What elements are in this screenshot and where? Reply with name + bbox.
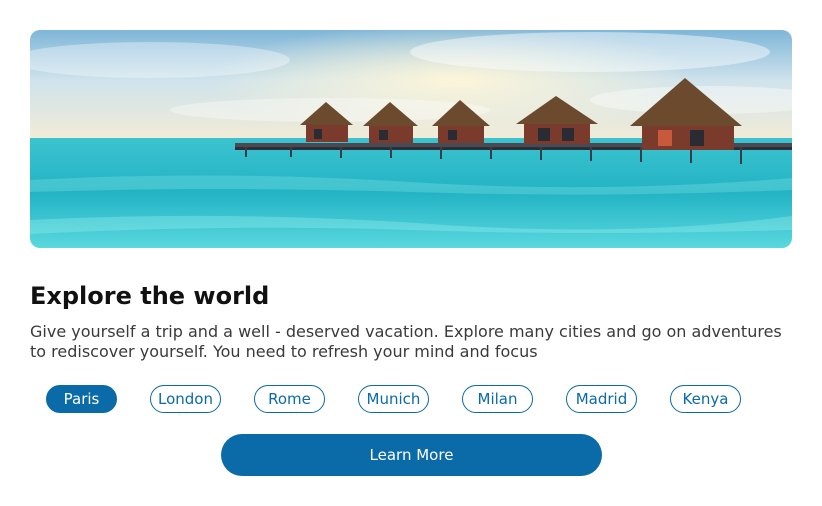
- description-text: Give yourself a trip and a well - deserv…: [30, 322, 782, 361]
- city-chip-milan[interactable]: Milan: [462, 385, 533, 413]
- city-chip-madrid[interactable]: Madrid: [566, 385, 637, 413]
- hero-image: [30, 30, 792, 248]
- explore-card: Explore the world Give yourself a trip a…: [0, 0, 822, 506]
- city-chip-munich[interactable]: Munich: [358, 385, 429, 413]
- maldives-overwater-bungalows-image: [30, 30, 792, 248]
- city-chip-list: Paris London Rome Munich Milan Madrid Ke…: [46, 385, 746, 413]
- city-chip-london[interactable]: London: [150, 385, 221, 413]
- city-chip-kenya[interactable]: Kenya: [670, 385, 741, 413]
- city-chip-paris[interactable]: Paris: [46, 385, 117, 413]
- learn-more-button[interactable]: Learn More: [221, 434, 602, 476]
- page-title: Explore the world: [30, 282, 270, 310]
- city-chip-rome[interactable]: Rome: [254, 385, 325, 413]
